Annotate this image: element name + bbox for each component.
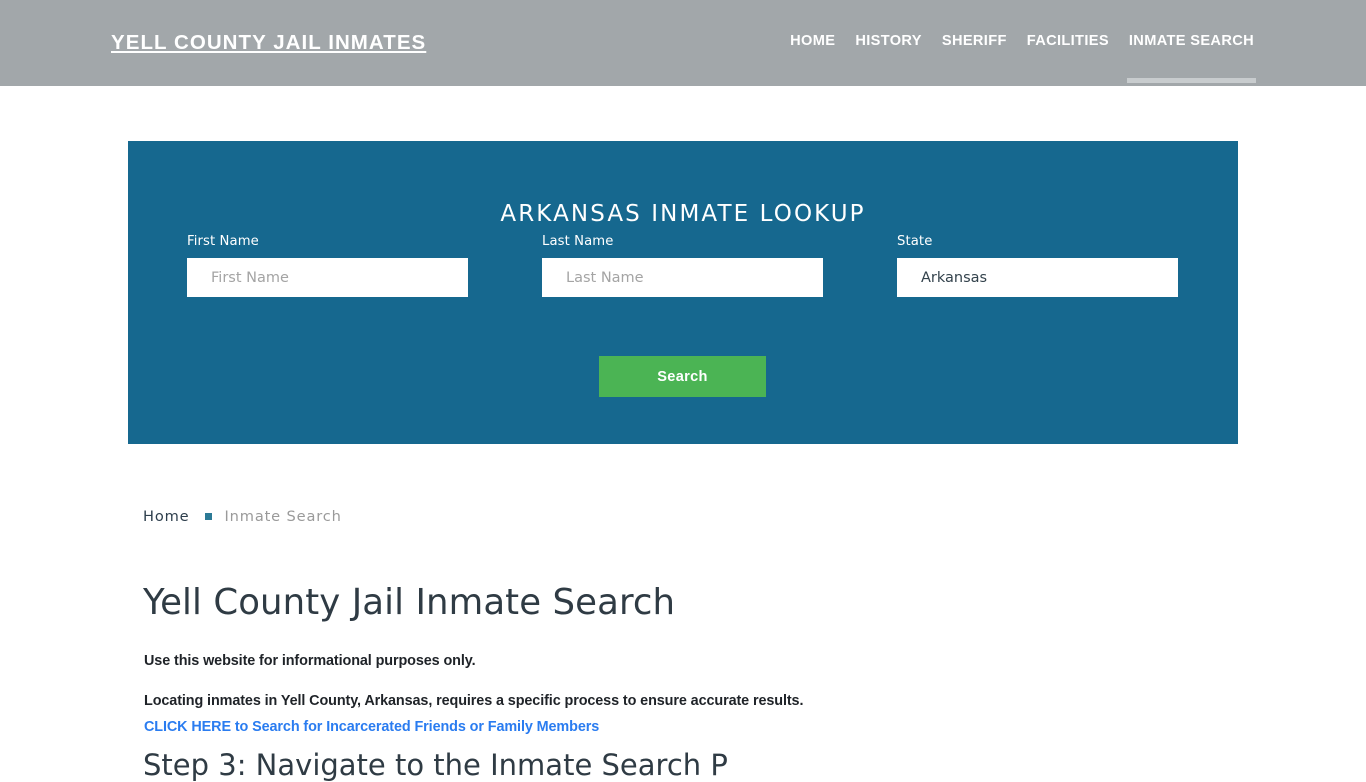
breadcrumb-home[interactable]: Home	[143, 508, 190, 525]
step-heading: Step 3: Navigate to the Inmate Search P	[143, 748, 728, 782]
last-name-label: Last Name	[542, 234, 614, 249]
nav-item-history[interactable]: HISTORY	[855, 33, 922, 49]
field-state: State	[897, 234, 1178, 297]
intro-paragraph-2: Locating inmates in Yell County, Arkansa…	[144, 693, 804, 710]
last-name-input[interactable]	[542, 258, 823, 297]
nav-item-inmate-search[interactable]: INMATE SEARCH	[1126, 33, 1257, 83]
field-last-name: Last Name	[542, 234, 823, 297]
first-name-label: First Name	[187, 234, 259, 249]
intro-paragraph-1: Use this website for informational purpo…	[144, 653, 476, 670]
lookup-form: First Name Last Name State	[128, 234, 1238, 309]
site-header: YELL COUNTY JAIL INMATES HOME HISTORY SH…	[0, 0, 1366, 86]
search-button[interactable]: Search	[599, 356, 766, 397]
nav-item-sheriff[interactable]: SHERIFF	[942, 33, 1007, 49]
main-navigation: HOME HISTORY SHERIFF FACILITIES INMATE S…	[790, 33, 1257, 83]
first-name-input[interactable]	[187, 258, 468, 297]
state-input[interactable]	[897, 258, 1178, 297]
nav-item-facilities[interactable]: FACILITIES	[1027, 33, 1109, 49]
field-first-name: First Name	[187, 234, 468, 297]
main-content: Home Inmate Search Yell County Jail Inma…	[143, 500, 1243, 782]
panel-title: ARKANSAS INMATE LOOKUP	[500, 201, 866, 228]
header-inner: YELL COUNTY JAIL INMATES HOME HISTORY SH…	[0, 0, 1366, 86]
inmate-lookup-panel: ARKANSAS INMATE LOOKUP First Name Last N…	[128, 141, 1238, 444]
breadcrumb-current: Inmate Search	[224, 507, 342, 525]
nav-item-home[interactable]: HOME	[790, 33, 835, 49]
site-brand-logo[interactable]: YELL COUNTY JAIL INMATES	[111, 31, 426, 55]
breadcrumb: Home Inmate Search	[143, 500, 1243, 532]
cta-search-link[interactable]: CLICK HERE to Search for Incarcerated Fr…	[144, 719, 599, 735]
state-label: State	[897, 234, 933, 249]
page-title: Yell County Jail Inmate Search	[143, 582, 676, 623]
breadcrumb-separator-icon	[204, 512, 212, 520]
